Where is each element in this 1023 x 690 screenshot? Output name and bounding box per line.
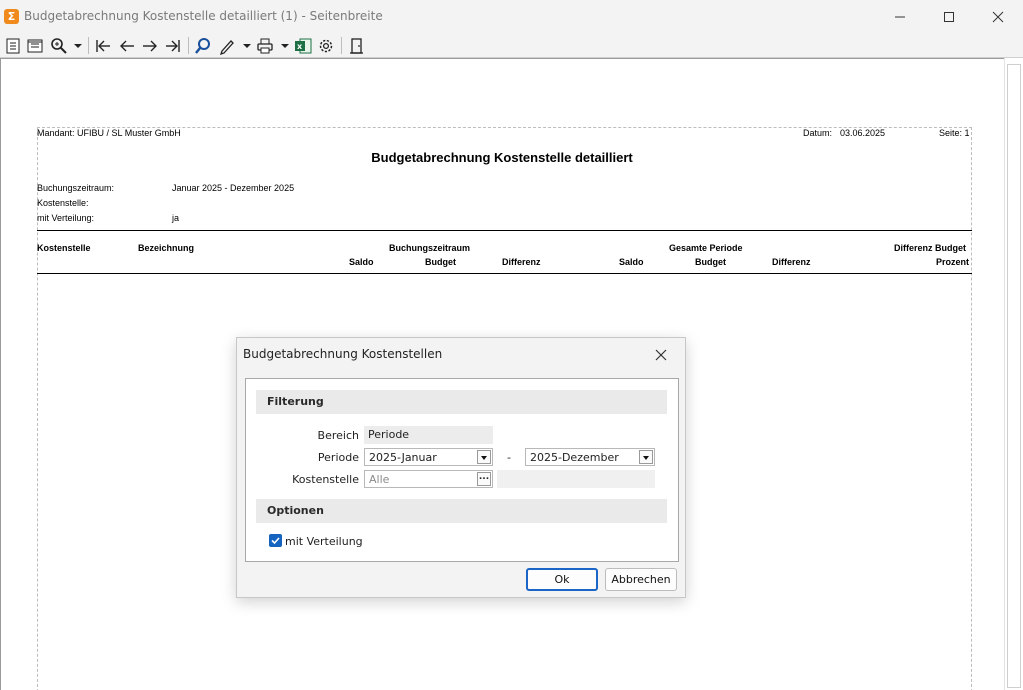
zoom-dropdown-arrow[interactable]	[74, 44, 82, 48]
column-header-budget: Budget	[695, 257, 726, 267]
column-group-gesamte-periode: Gesamte Periode	[669, 243, 743, 253]
periode-label: Periode	[317, 451, 359, 464]
section-title: Filterung	[267, 395, 324, 408]
edit-dropdown-arrow[interactable]	[243, 44, 251, 48]
first-page-button[interactable]	[94, 37, 112, 55]
page-width-button[interactable]	[26, 37, 44, 55]
maximize-icon	[944, 12, 954, 22]
print-button[interactable]	[256, 37, 274, 55]
cancel-button[interactable]: Abbrechen	[605, 568, 677, 591]
close-icon	[655, 349, 667, 361]
kostenstelle-label: Kostenstelle	[292, 473, 359, 486]
kostenstelle-placeholder: Alle	[369, 473, 390, 486]
dialog-panel: Filterung Bereich Periode Periode 2025-J…	[245, 378, 679, 562]
checkmark-icon	[271, 537, 280, 545]
report-datum-label: Datum:	[803, 128, 833, 138]
periode-from-select[interactable]: 2025-Januar	[364, 448, 493, 466]
single-page-icon	[6, 38, 20, 54]
chevron-down-icon[interactable]	[477, 450, 491, 464]
meta-value: Januar 2025 - Dezember 2025	[172, 183, 295, 193]
ok-button[interactable]: Ok	[526, 568, 598, 591]
kostenstelle-input[interactable]: Alle ...	[364, 470, 493, 488]
last-page-button[interactable]	[164, 37, 182, 55]
section-header-optionen: Optionen	[256, 499, 667, 523]
column-header-differenz: Differenz	[502, 257, 541, 267]
last-page-icon	[166, 40, 180, 52]
single-page-button[interactable]	[4, 37, 22, 55]
page-width-icon	[27, 39, 43, 53]
edit-pen-icon	[219, 40, 234, 55]
meta-label: Kostenstelle:	[37, 198, 89, 208]
svg-text:x: x	[297, 42, 303, 51]
window-title: Budgetabrechnung Kostenstelle detaillier…	[24, 9, 383, 23]
periode-to-value: 2025-Dezember	[530, 451, 619, 464]
scrollbar-thumb[interactable]	[1007, 64, 1021, 688]
column-header-kostenstelle: Kostenstelle	[37, 243, 91, 253]
report-datum-value: 03.06.2025	[840, 128, 886, 138]
chevron-down-icon[interactable]	[639, 450, 653, 464]
edit-button[interactable]	[218, 37, 236, 55]
section-header-filterung: Filterung	[256, 390, 667, 414]
column-header-saldo: Saldo	[619, 257, 644, 267]
minimize-button[interactable]	[877, 0, 923, 33]
dialog-title: Budgetabrechnung Kostenstellen	[243, 347, 443, 361]
exit-door-icon	[350, 38, 363, 54]
print-dropdown-arrow[interactable]	[281, 44, 289, 48]
periode-from-value: 2025-Januar	[369, 451, 437, 464]
verteilung-checkbox[interactable]	[269, 534, 282, 547]
search-icon	[195, 38, 210, 54]
previous-page-button[interactable]	[118, 37, 136, 55]
column-header-prozent: Prozent	[936, 257, 970, 267]
sigma-app-icon: Σ	[4, 9, 19, 24]
excel-export-button[interactable]: x	[294, 37, 312, 55]
lookup-button[interactable]: ...	[477, 472, 491, 486]
search-button[interactable]	[194, 37, 212, 55]
first-page-icon	[96, 40, 110, 52]
column-header-bezeichnung: Bezeichnung	[138, 243, 195, 253]
zoom-button[interactable]	[50, 37, 68, 55]
section-title: Optionen	[267, 504, 324, 517]
next-page-button[interactable]	[141, 37, 159, 55]
close-window-button[interactable]	[975, 0, 1021, 33]
column-group-differenz-budget: Differenz Budget	[894, 243, 966, 253]
column-header-budget: Budget	[425, 257, 456, 267]
meta-label: mit Verteilung:	[37, 213, 95, 223]
column-group-buchungszeitraum: Buchungszeitraum	[389, 243, 471, 253]
kostenstelle-description-field	[497, 470, 655, 488]
dialog-close-button[interactable]	[651, 346, 671, 364]
toolbar-separator	[188, 37, 189, 54]
meta-value: ja	[172, 213, 180, 223]
toolbar-separator	[88, 37, 89, 54]
bereich-label: Bereich	[317, 429, 359, 442]
column-header-differenz: Differenz	[772, 257, 811, 267]
minimize-icon	[895, 16, 905, 18]
exit-button[interactable]	[348, 37, 366, 55]
meta-label: Buchungszeitraum:	[37, 183, 115, 193]
verteilung-label[interactable]: mit Verteilung	[285, 535, 363, 548]
print-icon	[257, 38, 273, 54]
report-title: Budgetabrechnung Kostenstelle detaillier…	[371, 150, 633, 165]
report-mandant: Mandant: UFIBU / SL Muster GmbH	[37, 128, 181, 138]
close-icon	[992, 11, 1004, 23]
settings-gear-icon	[319, 39, 333, 53]
budget-dialog: Budgetabrechnung Kostenstellen Filterung…	[236, 337, 686, 598]
report-page-number: Seite: 1	[939, 128, 970, 138]
maximize-button[interactable]	[926, 0, 972, 33]
settings-button[interactable]	[317, 37, 335, 55]
title-bar: Σ Budgetabrechnung Kostenstelle detailli…	[0, 0, 1023, 33]
report-header-bottom-rule	[37, 273, 972, 274]
previous-page-icon	[120, 40, 134, 52]
zoom-icon	[51, 38, 67, 54]
next-page-icon	[143, 40, 157, 52]
report-header-top-rule	[37, 230, 972, 231]
excel-export-icon: x	[295, 38, 312, 54]
periode-separator: -	[507, 451, 511, 464]
toolbar: x	[0, 33, 1023, 58]
periode-to-select[interactable]: 2025-Dezember	[525, 448, 655, 466]
toolbar-separator	[341, 37, 342, 54]
bereich-field: Periode	[364, 426, 493, 444]
column-header-saldo: Saldo	[349, 257, 374, 267]
